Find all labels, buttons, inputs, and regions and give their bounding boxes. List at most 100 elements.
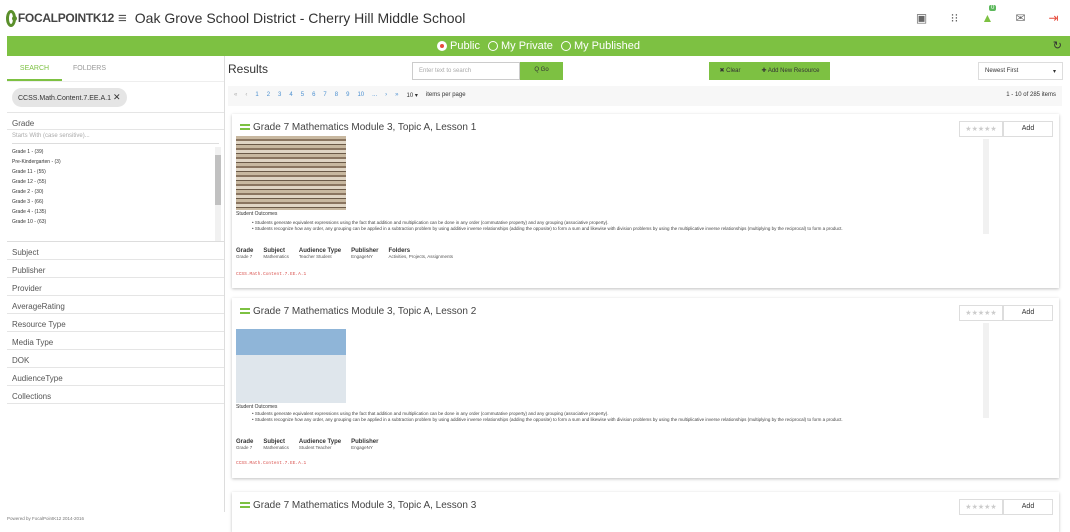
- top-bar: FOCALPOINTK12 ≡ Oak Grove School Distric…: [0, 0, 1070, 36]
- meta-grade: Grade Grade 7: [236, 248, 254, 259]
- facet-resource-type[interactable]: Resource Type: [7, 314, 224, 332]
- per-page-select[interactable]: 10 ▾: [406, 92, 417, 100]
- meta-folders: Folders Activities, Projects, Assignments: [388, 248, 453, 259]
- visibility-bar: Public My Private My Published ↻: [7, 36, 1070, 56]
- radio-public[interactable]: Public: [437, 40, 480, 52]
- scrollbar[interactable]: [215, 147, 221, 241]
- outcomes-label: Student Outcomes: [236, 404, 278, 410]
- list-item[interactable]: Grade 2 - (30): [7, 187, 224, 197]
- page-more[interactable]: ...: [372, 92, 377, 100]
- radio-my-published[interactable]: My Published: [560, 40, 640, 52]
- outcomes-list: • Students generate equivalent expressio…: [252, 411, 1012, 423]
- resource-title[interactable]: Grade 7 Mathematics Module 3, Topic A, L…: [253, 500, 476, 511]
- standard-tag[interactable]: CCSS.Math.Content.7.EE.A.1: [236, 461, 306, 466]
- results-panel: Results Enter text to search Q Go ✖ Clea…: [228, 56, 1070, 532]
- search-input[interactable]: Enter text to search: [412, 62, 520, 80]
- id-card-icon[interactable]: ▣: [905, 11, 938, 25]
- notification-icon[interactable]: ▲ 0: [971, 5, 1004, 25]
- page-5[interactable]: 5: [301, 92, 304, 100]
- list-item[interactable]: Grade 11 - (55): [7, 167, 224, 177]
- star-rating[interactable]: ★★★★★: [959, 121, 1003, 137]
- resource-title[interactable]: Grade 7 Mathematics Module 3, Topic A, L…: [253, 306, 476, 317]
- page-2[interactable]: 2: [267, 92, 270, 100]
- go-button[interactable]: Q Go: [520, 62, 563, 80]
- facet-subject[interactable]: Subject: [7, 242, 224, 260]
- page-7[interactable]: 7: [323, 92, 326, 100]
- first-page-icon[interactable]: «: [234, 92, 237, 100]
- prev-page-icon[interactable]: ‹: [245, 92, 247, 100]
- radio-selected-icon: [437, 41, 447, 51]
- results-count: 1 - 10 of 285 items: [1006, 92, 1056, 98]
- list-item[interactable]: Pre-Kindergarten - (3): [7, 157, 224, 167]
- standard-tag[interactable]: CCSS.Math.Content.7.EE.A.1: [236, 272, 306, 277]
- page-3[interactable]: 3: [278, 92, 281, 100]
- tab-folders[interactable]: FOLDERS: [62, 56, 117, 81]
- outcomes-label: Student Outcomes: [236, 211, 278, 217]
- page-6[interactable]: 6: [312, 92, 315, 100]
- list-item[interactable]: Grade 3 - (66): [7, 197, 224, 207]
- resource-type-icon: [240, 502, 250, 508]
- page-4[interactable]: 4: [289, 92, 292, 100]
- chevron-down-icon: ▾: [1052, 69, 1056, 75]
- grade-filter-input[interactable]: Starts With (case sensitive)...: [12, 130, 219, 144]
- tab-search[interactable]: SEARCH: [7, 56, 62, 81]
- facet-dok[interactable]: DOK: [7, 350, 224, 368]
- grid-icon[interactable]: ⁝⁝: [938, 11, 971, 25]
- scrollbar-thumb[interactable]: [215, 155, 221, 205]
- per-page-label: items per page: [425, 92, 466, 98]
- add-new-resource-button[interactable]: ✚ Add New Resource: [751, 62, 830, 80]
- meta-audience-type: Audience Type Student Teacher: [298, 439, 342, 450]
- close-icon[interactable]: ✕: [113, 92, 121, 102]
- logo[interactable]: FOCALPOINTK12: [6, 9, 114, 27]
- list-item: • Students recognize how any order, any …: [252, 226, 843, 231]
- facet-audience-type[interactable]: AudienceType: [7, 368, 224, 386]
- radio-icon: [560, 41, 571, 51]
- brand-name: FOCALPOINTK12: [17, 11, 114, 25]
- scrollbar[interactable]: [983, 323, 989, 418]
- add-button[interactable]: Add: [1003, 121, 1053, 137]
- results-title: Results: [228, 62, 269, 76]
- radio-my-private[interactable]: My Private: [487, 40, 553, 52]
- last-page-icon[interactable]: »: [395, 92, 398, 100]
- resource-card: Grade 7 Mathematics Module 3, Topic A, L…: [232, 298, 1059, 478]
- notification-badge: 0: [989, 5, 997, 11]
- scrollbar[interactable]: [983, 139, 989, 234]
- meta-publisher: Publisher EngageNY: [351, 439, 379, 450]
- resource-title[interactable]: Grade 7 Mathematics Module 3, Topic A, L…: [253, 122, 476, 133]
- resource-meta: Grade Grade 7 Subject Mathematics Audience…: [236, 248, 453, 259]
- star-rating[interactable]: ★★★★★: [959, 499, 1003, 515]
- list-item[interactable]: Grade 12 - (55): [7, 177, 224, 187]
- menu-icon[interactable]: ≡: [118, 10, 127, 27]
- outcomes-list: • Students generate equivalent expressio…: [252, 220, 1012, 232]
- facet-average-rating[interactable]: AverageRating: [7, 296, 224, 314]
- sort-select[interactable]: Newest First ▾: [978, 62, 1063, 80]
- mail-icon[interactable]: ✉: [1004, 11, 1037, 25]
- next-page-icon[interactable]: ›: [385, 92, 387, 100]
- sidebar: SEARCH FOLDERS CCSS.Math.Content.7.EE.A.…: [7, 56, 225, 512]
- resource-thumbnail[interactable]: [236, 136, 346, 210]
- add-button[interactable]: Add: [1003, 305, 1053, 321]
- facet-provider[interactable]: Provider: [7, 278, 224, 296]
- facet-publisher[interactable]: Publisher: [7, 260, 224, 278]
- facet-collections[interactable]: Collections: [7, 386, 224, 404]
- clear-button[interactable]: ✖ Clear: [709, 62, 751, 80]
- page-1[interactable]: 1: [255, 92, 258, 100]
- meta-audience-type: Audience Type Teacher Student: [298, 248, 342, 259]
- resource-type-icon: [240, 308, 250, 314]
- list-item[interactable]: Grade 4 - (135): [7, 207, 224, 217]
- list-item[interactable]: Grade 1 - (39): [7, 147, 224, 157]
- meta-publisher: Publisher EngageNY: [351, 248, 379, 259]
- resource-thumbnail[interactable]: [236, 329, 346, 403]
- refresh-icon[interactable]: ↻: [1053, 39, 1062, 52]
- star-rating[interactable]: ★★★★★: [959, 305, 1003, 321]
- page-9[interactable]: 9: [346, 92, 349, 100]
- logout-icon[interactable]: ⇥: [1037, 11, 1070, 25]
- facet-grade[interactable]: Grade: [7, 112, 224, 130]
- page-10[interactable]: 10: [357, 92, 364, 100]
- filter-chip[interactable]: CCSS.Math.Content.7.EE.A.1 ✕: [12, 88, 127, 107]
- facet-media-type[interactable]: Media Type: [7, 332, 224, 350]
- list-item[interactable]: Grade 10 - (63): [7, 217, 224, 227]
- add-button[interactable]: Add: [1003, 499, 1053, 515]
- page-8[interactable]: 8: [335, 92, 338, 100]
- resource-card: Grade 7 Mathematics Module 3, Topic A, L…: [232, 492, 1059, 532]
